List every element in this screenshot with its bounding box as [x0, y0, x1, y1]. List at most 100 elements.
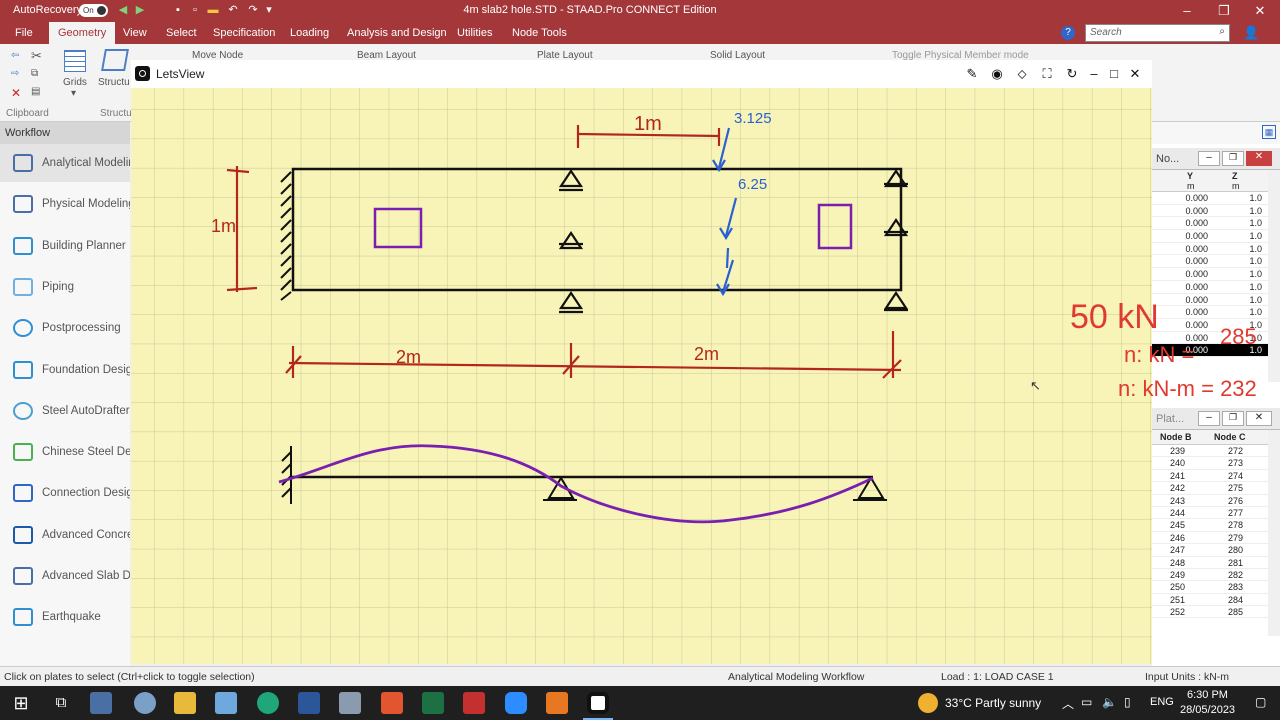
- table-row[interactable]: 248 281: [1152, 557, 1268, 569]
- panel-layout-icon[interactable]: ▦: [1262, 125, 1276, 139]
- workflow-item[interactable]: Connection Design: [0, 474, 130, 512]
- workflow-item[interactable]: Physical Modeling: [0, 185, 130, 223]
- word-icon[interactable]: [298, 692, 320, 714]
- table-row[interactable]: 243 276: [1152, 495, 1268, 507]
- table-row[interactable]: 242 275: [1152, 482, 1268, 495]
- user-icon[interactable]: 👤: [1243, 25, 1259, 41]
- workflow-item[interactable]: Steel AutoDrafter: [0, 392, 130, 430]
- record-icon[interactable]: ◉: [988, 65, 1006, 83]
- menu-specification[interactable]: Specification: [204, 22, 284, 44]
- table-row[interactable]: 0.000 1.0: [1152, 268, 1268, 281]
- menu-node-tools[interactable]: Node Tools: [503, 22, 576, 44]
- workflow-item[interactable]: Postprocessing: [0, 309, 130, 347]
- rotate-icon[interactable]: ↻: [1063, 65, 1081, 83]
- search-icon[interactable]: ⌕: [1219, 26, 1225, 37]
- structure-wizard-label[interactable]: Structure Wizard: [98, 77, 130, 88]
- table-row[interactable]: 0.000 1.0: [1152, 255, 1268, 269]
- workflow-item[interactable]: Building Planner: [0, 227, 130, 265]
- minimize-icon[interactable]: –: [1173, 2, 1201, 20]
- search-input[interactable]: Search ⌕: [1085, 24, 1230, 42]
- col-z-header[interactable]: Z: [1232, 171, 1238, 181]
- menu-utilities[interactable]: Utilities: [448, 22, 501, 44]
- matlab-icon[interactable]: [546, 692, 568, 714]
- table-row[interactable]: 252 285: [1152, 606, 1268, 619]
- menu-analysis-design[interactable]: Analysis and Design: [338, 22, 456, 44]
- volume-icon[interactable]: 🔈: [1102, 695, 1117, 709]
- node-table-restore-icon[interactable]: ❐: [1222, 151, 1244, 166]
- lv-maximize-icon[interactable]: □: [1105, 65, 1123, 83]
- table-row[interactable]: 247 280: [1152, 544, 1268, 557]
- windows-start-icon[interactable]: ⊞: [10, 692, 32, 714]
- plate-table-scrollbar[interactable]: [1268, 430, 1280, 636]
- help-icon[interactable]: ?: [1061, 26, 1075, 40]
- table-row[interactable]: 245 278: [1152, 519, 1268, 532]
- weather-text[interactable]: 33°C Partly sunny: [945, 696, 1041, 710]
- notification-icon[interactable]: ▢: [1255, 695, 1266, 709]
- table-row[interactable]: 250 283: [1152, 581, 1268, 594]
- menu-view[interactable]: View: [114, 22, 156, 44]
- workflow-item[interactable]: Advanced Concrete: [0, 516, 130, 554]
- delete-icon[interactable]: ✕: [11, 86, 21, 100]
- weather-icon[interactable]: [918, 693, 938, 713]
- menu-file[interactable]: File: [6, 22, 42, 44]
- zoom-icon[interactable]: [505, 692, 527, 714]
- workflow-item[interactable]: Earthquake: [0, 598, 130, 636]
- clock-time[interactable]: 6:30 PM: [1187, 689, 1228, 701]
- col-y-header[interactable]: Y: [1187, 171, 1193, 181]
- menu-geometry[interactable]: Geometry: [49, 22, 116, 44]
- table-row[interactable]: 241 274: [1152, 470, 1268, 483]
- cut-icon[interactable]: ✂: [31, 48, 42, 64]
- plate-table-restore-icon[interactable]: ❐: [1222, 411, 1244, 426]
- workflow-item[interactable]: Advanced Slab Design: [0, 557, 130, 595]
- crop-icon[interactable]: ⛶: [1038, 65, 1056, 83]
- powerpoint-icon[interactable]: [381, 692, 403, 714]
- table-row[interactable]: 0.000 1.0: [1152, 230, 1268, 243]
- staad-icon[interactable]: [463, 692, 485, 714]
- workflow-item[interactable]: Analytical Modeling: [0, 144, 130, 182]
- table-row[interactable]: 0.000 1.0: [1152, 243, 1268, 256]
- clock-date[interactable]: 28/05/2023: [1180, 704, 1235, 716]
- pin-icon[interactable]: ⬦: [1013, 65, 1031, 83]
- node-table-minimize-icon[interactable]: –: [1198, 151, 1220, 166]
- calculator-icon[interactable]: [90, 692, 112, 714]
- col-node-b-header[interactable]: Node B: [1160, 432, 1192, 442]
- language-indicator[interactable]: ENG: [1150, 696, 1174, 708]
- pen-icon[interactable]: ✎: [963, 65, 981, 83]
- menu-select[interactable]: Select: [157, 22, 206, 44]
- table-row[interactable]: 246 279: [1152, 532, 1268, 545]
- plate-table-minimize-icon[interactable]: –: [1198, 411, 1220, 426]
- table-row[interactable]: 240 273: [1152, 457, 1268, 470]
- lv-close-icon[interactable]: ✕: [1126, 65, 1144, 83]
- grids-label[interactable]: Grids: [63, 77, 87, 88]
- table-row[interactable]: 239 272: [1152, 445, 1268, 458]
- copy-icon[interactable]: ⧉: [31, 68, 38, 79]
- lv-minimize-icon[interactable]: –: [1085, 65, 1103, 83]
- excel-icon[interactable]: [422, 692, 444, 714]
- print-icon[interactable]: [339, 692, 361, 714]
- menu-loading[interactable]: Loading: [281, 22, 338, 44]
- task-view-icon[interactable]: ⧉: [50, 692, 72, 714]
- table-row[interactable]: 0.000 1.0: [1152, 217, 1268, 231]
- close-icon[interactable]: ✕: [1246, 2, 1274, 20]
- file-explorer-icon[interactable]: [174, 692, 196, 714]
- plate-table-close-icon[interactable]: ✕: [1246, 411, 1272, 426]
- restore-icon[interactable]: ❐: [1210, 2, 1238, 20]
- edge-icon[interactable]: [257, 692, 279, 714]
- workflow-item[interactable]: Chinese Steel Design: [0, 433, 130, 471]
- battery-icon[interactable]: ▯: [1124, 695, 1131, 709]
- table-row[interactable]: 0.000 1.0: [1152, 192, 1268, 205]
- table-row[interactable]: 251 284: [1152, 594, 1268, 607]
- photos-icon[interactable]: [134, 692, 156, 714]
- table-row[interactable]: 244 277: [1152, 507, 1268, 520]
- letsview-taskbar-icon[interactable]: [587, 692, 609, 714]
- paste-arrow-icon[interactable]: ⇨: [11, 68, 19, 79]
- grids-dropdown-icon[interactable]: ▾: [71, 88, 76, 99]
- table-row[interactable]: 0.000 1.0: [1152, 205, 1268, 218]
- grids-icon[interactable]: [64, 50, 86, 72]
- table-row[interactable]: 249 282: [1152, 569, 1268, 582]
- structure-wizard-icon[interactable]: [101, 49, 129, 71]
- col-node-c-header[interactable]: Node C: [1214, 432, 1246, 442]
- workflow-item[interactable]: Piping: [0, 268, 130, 306]
- cut-left-icon[interactable]: ⇦: [11, 50, 19, 61]
- notepad-icon[interactable]: [215, 692, 237, 714]
